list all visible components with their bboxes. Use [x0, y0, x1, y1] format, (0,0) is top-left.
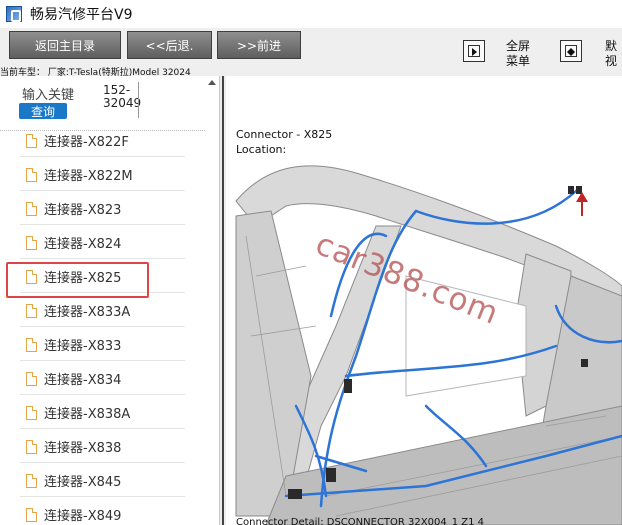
file-icon	[26, 133, 37, 148]
list-item-label: 连接器-X825	[44, 271, 122, 286]
list-item[interactable]: 连接器-X834	[20, 363, 185, 395]
list-item-label: 连接器-X838	[44, 441, 122, 456]
file-icon	[26, 235, 37, 250]
list-item[interactable]: 连接器-X822M	[20, 159, 185, 191]
pane-splitter[interactable]	[220, 76, 224, 525]
scroll-up-icon[interactable]	[208, 80, 216, 85]
list-item-label: 连接器-X834	[44, 373, 122, 388]
list-item[interactable]: 连接器-X823	[20, 193, 185, 225]
list-item[interactable]: 连接器-X838	[20, 431, 185, 463]
fullscreen-label: 全屏 菜单	[506, 39, 531, 68]
collapse-both-icon	[565, 45, 577, 57]
file-icon	[26, 507, 37, 522]
list-item-label: 连接器-X823	[44, 203, 122, 218]
list-item-label: 连接器-X833	[44, 339, 122, 354]
default-view-button[interactable]	[560, 40, 582, 62]
list-item[interactable]: 连接器-X824	[20, 227, 185, 259]
list-item[interactable]: 连接器-X825	[20, 261, 185, 293]
list-item[interactable]: 连接器-X849	[20, 499, 185, 525]
file-icon	[26, 337, 37, 352]
toolbar: 返回主目录 <<后退. >>前进 全屏 菜单 默 视 当前车型： 厂家:T-Te…	[0, 28, 622, 78]
file-icon	[26, 439, 37, 454]
list-item-label: 连接器-X824	[44, 237, 122, 252]
file-icon	[26, 201, 37, 216]
back-button[interactable]: <<后退.	[127, 31, 212, 59]
file-icon	[26, 167, 37, 182]
window-title: 畅易汽修平台V9	[30, 7, 133, 23]
list-item[interactable]: 连接器-X833	[20, 329, 185, 361]
location-arrow-icon	[576, 192, 588, 216]
forward-button[interactable]: >>前进	[217, 31, 301, 59]
title-bar: 畅易汽修平台V9	[0, 0, 622, 28]
search-input[interactable]: 152-32049	[103, 84, 141, 110]
connector-detail-caption: Connector Detail: DSCONNECTOR 32X004_1 Z…	[236, 517, 484, 525]
list-item[interactable]: 连接器-X845	[20, 465, 185, 497]
search-input-divider	[138, 82, 139, 118]
file-icon	[26, 473, 37, 488]
list-item-label: 连接器-X822M	[44, 169, 133, 184]
default-view-label: 默 视	[605, 39, 618, 68]
search-area: 输入关键 152-32049 查询	[0, 76, 205, 128]
file-icon	[26, 405, 37, 420]
home-button[interactable]: 返回主目录	[9, 31, 121, 59]
list-item-label: 连接器-X833A	[44, 305, 131, 320]
list-item-label: 连接器-X845	[44, 475, 122, 490]
app-logo-icon	[6, 6, 22, 22]
search-label: 输入关键	[22, 88, 75, 103]
file-icon	[26, 371, 37, 386]
expand-right-icon	[468, 45, 480, 57]
file-icon	[26, 303, 37, 318]
body-frame	[235, 165, 622, 525]
list-item-label: 连接器-X849	[44, 509, 122, 524]
list-item[interactable]: 连接器-X822F	[20, 125, 185, 157]
diagram-viewer: Connector - X825 Location: car388.com Co…	[226, 76, 622, 525]
list-item-label: 连接器-X822F	[44, 135, 129, 150]
connector-sidebar: 输入关键 152-32049 查询 连接器-X822F 连接器-X822M 连接器-…	[0, 76, 220, 525]
file-icon	[26, 269, 37, 284]
search-button[interactable]: 查询	[19, 103, 67, 119]
list-item[interactable]: 连接器-X833A	[20, 295, 185, 327]
fullscreen-toggle-button[interactable]	[463, 40, 485, 62]
list-item[interactable]: 连接器-X838A	[20, 397, 185, 429]
list-item-label: 连接器-X838A	[44, 407, 131, 422]
